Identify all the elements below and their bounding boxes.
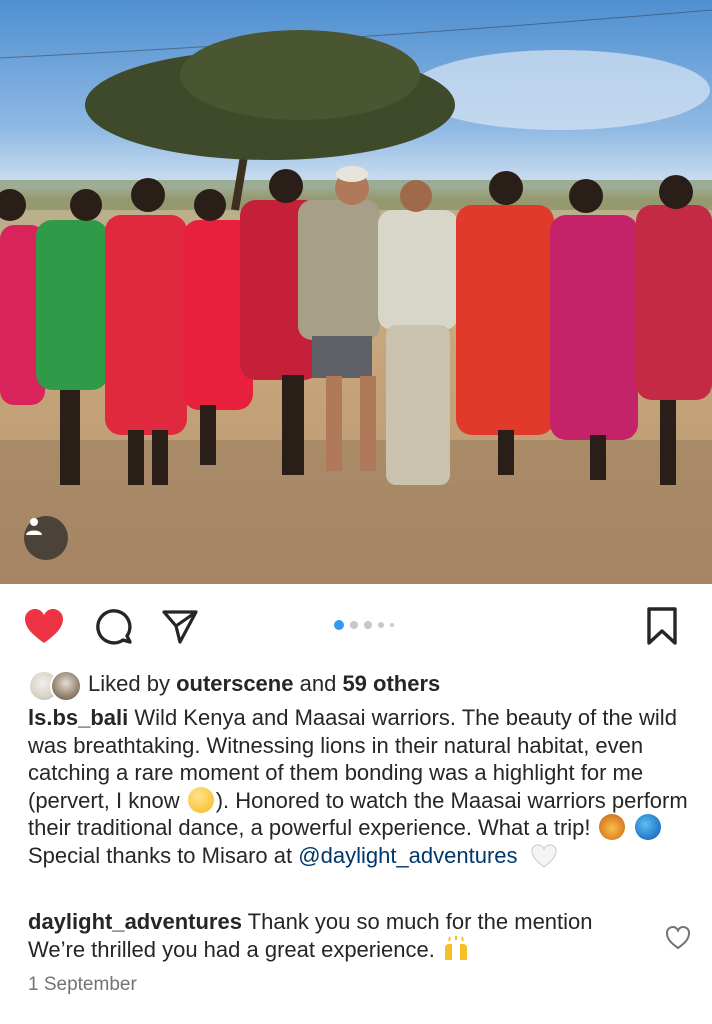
lion-emoji-icon: [598, 814, 625, 841]
carousel-indicator: [334, 620, 394, 630]
liker-username[interactable]: outerscene: [176, 671, 293, 697]
tagged-people-button[interactable]: [24, 516, 68, 560]
post-caption: ls.bs_bali Wild Kenya and Maasai warrior…: [28, 704, 688, 870]
comment-icon: [96, 609, 132, 645]
post-action-bar: [0, 596, 712, 656]
comment-username[interactable]: daylight_adventures: [28, 909, 242, 934]
carousel-dot: [350, 621, 358, 629]
paper-plane-icon: [162, 610, 198, 644]
carousel-dot: [378, 622, 384, 628]
save-button[interactable]: [640, 604, 684, 648]
zany-face-emoji-icon: [187, 786, 214, 813]
avatar: [50, 670, 82, 702]
carousel-dot-active: [334, 620, 344, 630]
person-tag-icon: [26, 518, 42, 535]
raising-hands-emoji-icon: [444, 935, 467, 960]
comment-button[interactable]: [92, 604, 136, 648]
like-button[interactable]: [22, 604, 66, 648]
post-date: 1 September: [28, 974, 137, 995]
likes-conjunction: and: [299, 671, 337, 696]
likes-others-count[interactable]: 59 others: [342, 671, 440, 697]
caption-mention[interactable]: @daylight_adventures: [298, 843, 517, 868]
heart-outline-icon: [665, 925, 691, 950]
liker-avatars: [28, 668, 86, 702]
globe-emoji-icon: [634, 814, 661, 841]
white-heart-emoji-icon: [531, 844, 557, 868]
likes-prefix: Liked by: [88, 671, 170, 696]
bookmark-icon: [647, 607, 677, 645]
heart-filled-icon: [25, 609, 63, 643]
caption-text-3: Special thanks to Misaro at: [28, 842, 293, 868]
comment-row: daylight_adventures Thank you so much fo…: [28, 908, 648, 963]
comment-like-button[interactable]: [664, 924, 692, 952]
carousel-dot: [364, 621, 372, 629]
carousel-dot: [390, 623, 394, 627]
likes-summary[interactable]: Liked by outerscene and 59 others: [28, 668, 440, 702]
share-button[interactable]: [158, 604, 202, 648]
post-photo[interactable]: [0, 0, 712, 584]
caption-username[interactable]: ls.bs_bali: [28, 705, 128, 730]
photo-scene: [0, 9, 712, 584]
